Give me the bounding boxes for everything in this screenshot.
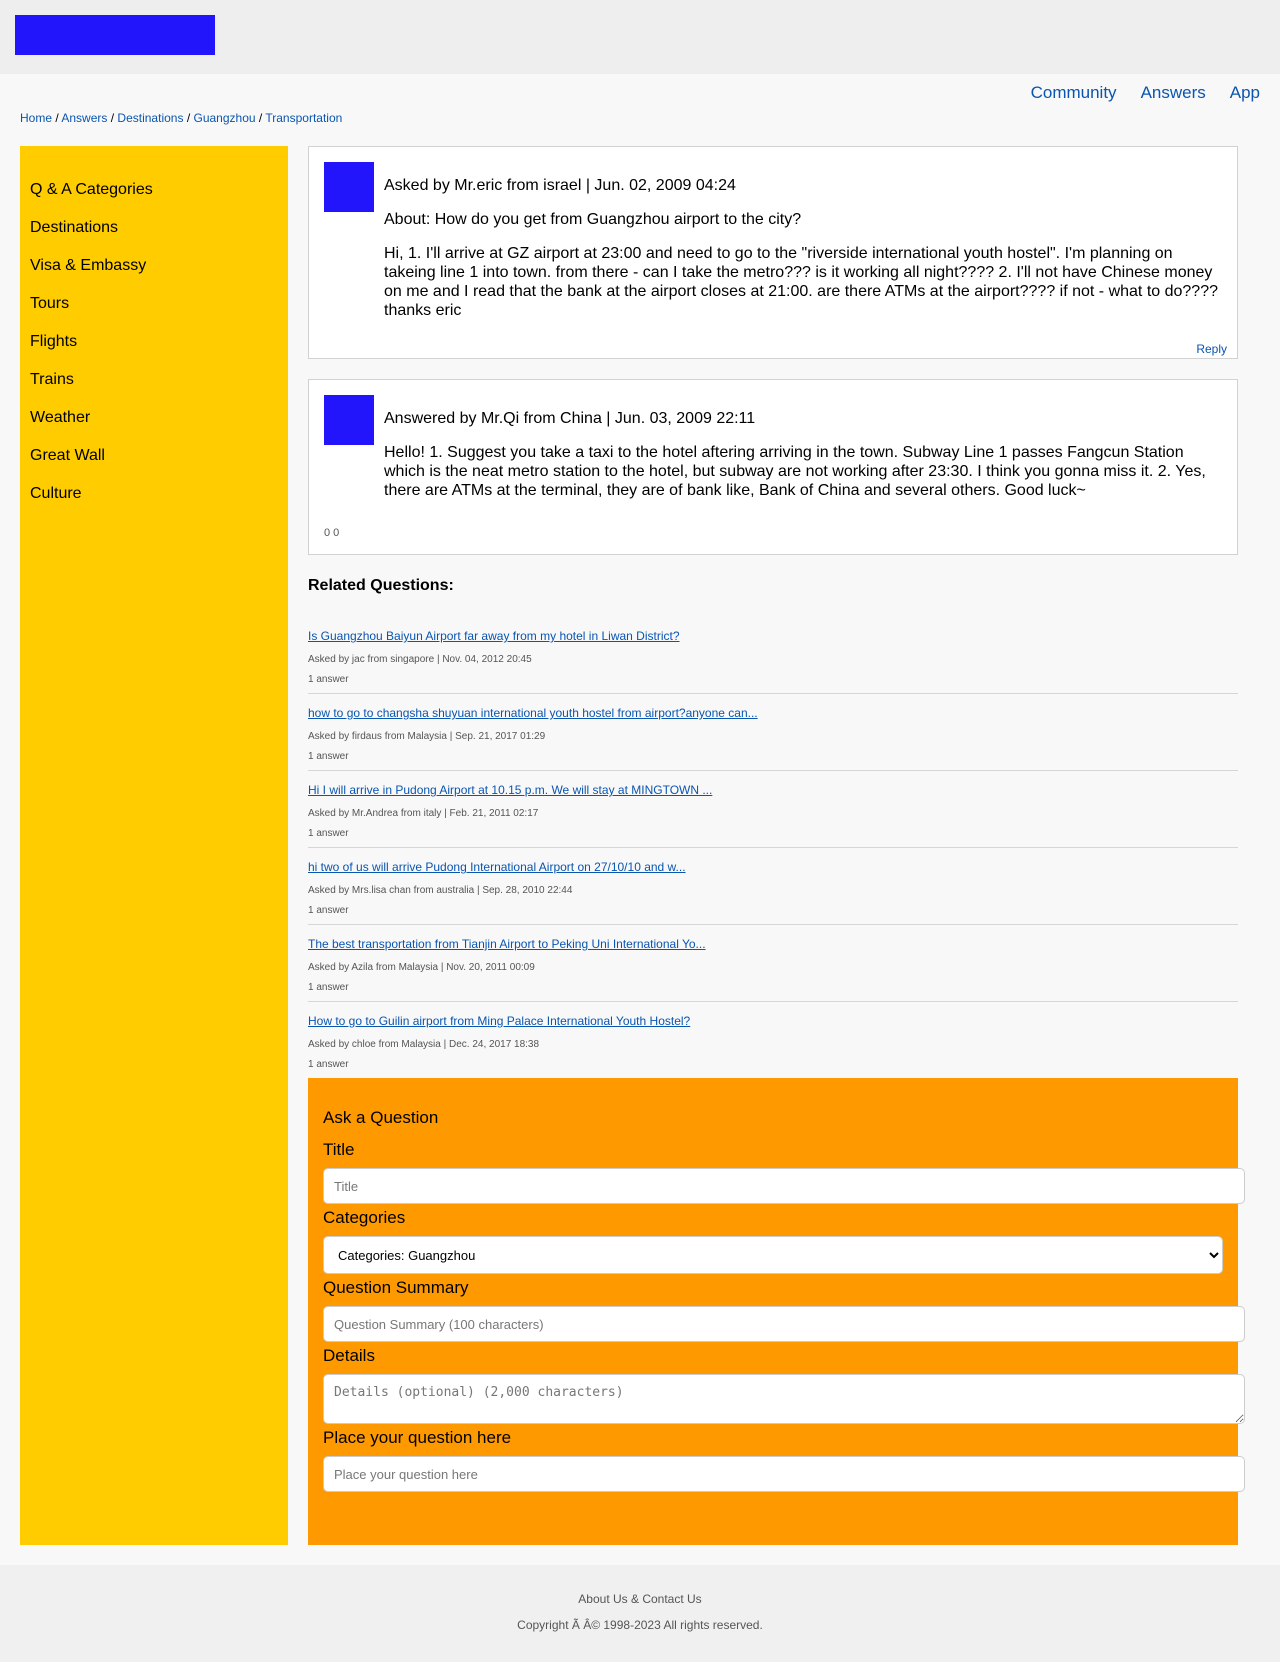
- place-question-input[interactable]: [323, 1456, 1245, 1492]
- sidebar-item-great-wall[interactable]: Great Wall: [20, 446, 288, 484]
- related-question-meta: Asked by Mrs.lisa chan from australia | …: [308, 885, 573, 896]
- copyright-text: Copyright Ã Â© 1998-2023 All rights rese…: [517, 1618, 763, 1632]
- related-answer-count: 1 answer: [308, 751, 349, 762]
- main-content: Asked by Mr.eric from israel | Jun. 02, …: [308, 146, 1238, 1080]
- related-answer-count: 1 answer: [308, 828, 349, 839]
- related-question-meta: Asked by Mr.Andrea from italy | Feb. 21,…: [308, 808, 539, 819]
- question-card: Asked by Mr.eric from israel | Jun. 02, …: [308, 146, 1238, 359]
- sidebar-item-weather[interactable]: Weather: [20, 408, 288, 446]
- nav-answers-link[interactable]: Answers: [1141, 83, 1206, 103]
- question-summary-input[interactable]: [323, 1306, 1245, 1342]
- related-question-link[interactable]: The best transportation from Tianjin Air…: [308, 937, 706, 951]
- related-questions-list: Is Guangzhou Baiyun Airport far away fro…: [308, 617, 1238, 1080]
- top-nav: Community Answers App: [1031, 83, 1260, 103]
- ask-question-form: Ask a Question Title Categories Categori…: [308, 1078, 1245, 1545]
- breadcrumb-separator: /: [258, 111, 263, 125]
- list-item: Is Guangzhou Baiyun Airport far away fro…: [308, 617, 1238, 694]
- breadcrumb-transportation[interactable]: Transportation: [265, 111, 342, 125]
- title-input[interactable]: [323, 1168, 1245, 1204]
- related-question-link[interactable]: hi two of us will arrive Pudong Internat…: [308, 860, 686, 874]
- sidebar-item-destinations[interactable]: Destinations: [20, 218, 288, 256]
- sidebar-item-trains[interactable]: Trains: [20, 370, 288, 408]
- related-question-meta: Asked by Azila from Malaysia | Nov. 20, …: [308, 962, 535, 973]
- question-about: About: How do you get from Guangzhou air…: [384, 211, 802, 228]
- question-text: Hi, 1. I'll arrive at GZ airport at 23:0…: [384, 245, 1218, 319]
- sidebar-item-qa-categories[interactable]: Q & A Categories: [20, 180, 288, 218]
- related-question-link[interactable]: Is Guangzhou Baiyun Airport far away fro…: [308, 629, 680, 643]
- answer-card: Answered by Mr.Qi from China | Jun. 03, …: [308, 379, 1238, 555]
- list-item: The best transportation from Tianjin Air…: [308, 925, 1238, 1002]
- answer-text: Hello! 1. Suggest you take a taxi to the…: [384, 444, 1206, 499]
- breadcrumb-separator: /: [55, 111, 59, 125]
- nav-app-link[interactable]: App: [1230, 83, 1260, 103]
- site-logo[interactable]: [15, 15, 215, 55]
- related-answer-count: 1 answer: [308, 982, 349, 993]
- related-question-link[interactable]: how to go to changsha shuyuan internatio…: [308, 706, 758, 720]
- related-question-link[interactable]: Hi I will arrive in Pudong Airport at 10…: [308, 783, 712, 797]
- related-question-meta: Asked by chloe from Malaysia | Dec. 24, …: [308, 1039, 540, 1050]
- sidebar-item-culture[interactable]: Culture: [20, 484, 288, 522]
- ask-question-heading: Ask a Question: [323, 1108, 439, 1127]
- related-question-link[interactable]: How to go to Guilin airport from Ming Pa…: [308, 1014, 690, 1028]
- reply-link[interactable]: Reply: [1196, 342, 1227, 356]
- site-header: [0, 0, 1280, 74]
- breadcrumb-separator: /: [110, 111, 115, 125]
- related-answer-count: 1 answer: [308, 1059, 349, 1070]
- answer-meta: Answered by Mr.Qi from China | Jun. 03, …: [384, 410, 756, 427]
- related-answer-count: 1 answer: [308, 674, 349, 685]
- site-footer: About Us & Contact Us Copyright Ã Â© 199…: [0, 1565, 1280, 1662]
- answer-vote-counts[interactable]: 0 0: [324, 527, 339, 539]
- details-textarea[interactable]: [323, 1374, 1245, 1424]
- sidebar-item-flights[interactable]: Flights: [20, 332, 288, 370]
- about-contact-link[interactable]: About Us & Contact Us: [0, 1592, 1280, 1606]
- sidebar-item-visa-embassy[interactable]: Visa & Embassy: [20, 256, 288, 294]
- answerer-avatar: [324, 395, 374, 445]
- title-label: Title: [323, 1140, 355, 1159]
- category-sidebar: Q & A Categories Destinations Visa & Emb…: [20, 146, 288, 1545]
- sidebar-item-tours[interactable]: Tours: [20, 294, 288, 332]
- related-answer-count: 1 answer: [308, 905, 349, 916]
- related-question-meta: Asked by firdaus from Malaysia | Sep. 21…: [308, 731, 546, 742]
- list-item: how to go to changsha shuyuan internatio…: [308, 694, 1238, 771]
- related-questions-heading: Related Questions:: [308, 577, 454, 594]
- breadcrumb-home[interactable]: Home: [20, 111, 52, 125]
- related-question-meta: Asked by jac from singapore | Nov. 04, 2…: [308, 654, 532, 665]
- list-item: hi two of us will arrive Pudong Internat…: [308, 848, 1238, 925]
- details-label: Details: [323, 1346, 375, 1365]
- breadcrumb-answers[interactable]: Answers: [61, 111, 107, 125]
- question-summary-label: Question Summary: [323, 1278, 469, 1297]
- asker-avatar: [324, 162, 374, 212]
- breadcrumb: Home / Answers / Destinations / Guangzho…: [20, 111, 342, 125]
- list-item: How to go to Guilin airport from Ming Pa…: [308, 1002, 1238, 1080]
- question-meta: Asked by Mr.eric from israel | Jun. 02, …: [384, 177, 736, 194]
- place-question-label: Place your question here: [323, 1428, 512, 1447]
- nav-community-link[interactable]: Community: [1031, 83, 1117, 103]
- breadcrumb-guangzhou[interactable]: Guangzhou: [194, 111, 256, 125]
- list-item: Hi I will arrive in Pudong Airport at 10…: [308, 771, 1238, 848]
- breadcrumb-destinations[interactable]: Destinations: [117, 111, 183, 125]
- categories-label: Categories: [323, 1208, 406, 1227]
- breadcrumb-separator: /: [186, 111, 191, 125]
- categories-select[interactable]: Categories: Guangzhou: [323, 1236, 1223, 1274]
